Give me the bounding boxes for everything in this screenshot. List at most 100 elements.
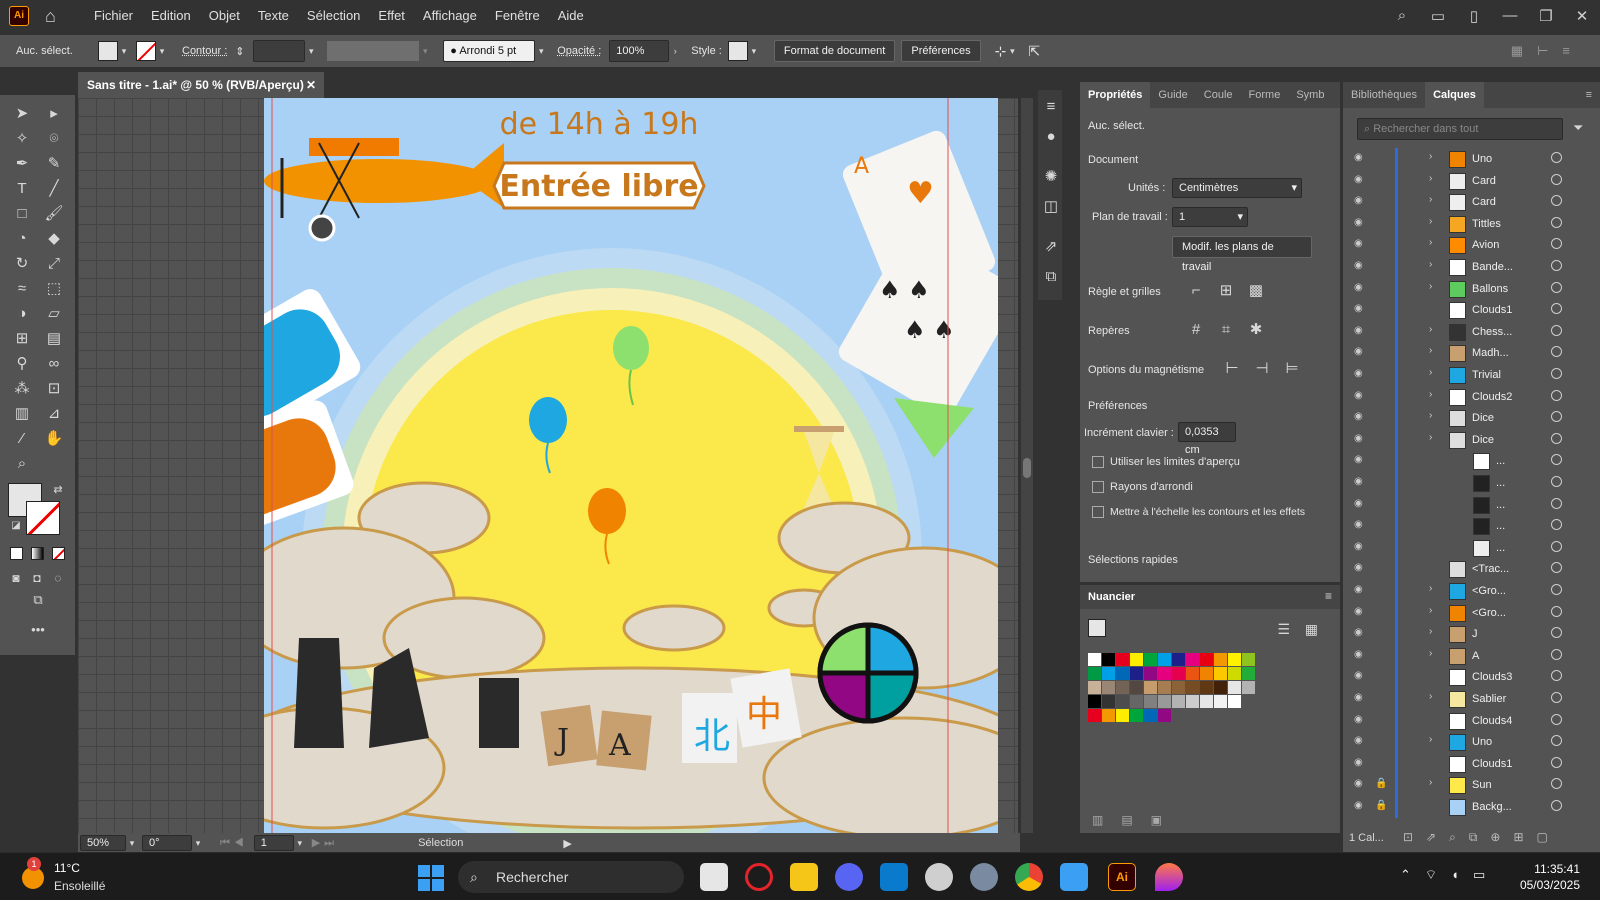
swatch[interactable] (1158, 709, 1171, 722)
target-circle-icon[interactable] (1551, 648, 1562, 660)
status-arrow-icon[interactable]: ▶ (563, 837, 571, 850)
menu-item[interactable]: Effet (369, 8, 414, 23)
workspace-icon[interactable]: ▯ (1456, 7, 1492, 25)
checkbox-corner-radius[interactable]: Rayons d'arrondi (1092, 481, 1193, 494)
swatch[interactable] (1214, 653, 1227, 666)
fill-swatch[interactable] (98, 41, 118, 61)
target-circle-icon[interactable] (1551, 195, 1562, 207)
color-picker-app-icon[interactable] (1155, 863, 1183, 891)
visibility-eye-icon[interactable]: ◉ (1354, 562, 1368, 576)
visibility-eye-icon[interactable]: ◉ (1354, 757, 1368, 771)
export-panel-icon[interactable]: ⇗ (1039, 236, 1063, 258)
swatch[interactable] (1172, 653, 1185, 666)
layer-row[interactable]: ◉ › <Gro... (1343, 601, 1600, 624)
units-select[interactable]: Centimètres ▾ (1172, 178, 1302, 198)
properties-tab[interactable]: Symb (1288, 89, 1332, 101)
layer-row[interactable]: ◉ Clouds4 (1343, 709, 1600, 732)
opacity-field[interactable]: 100% (609, 40, 670, 62)
artboard-select[interactable]: 1 ▾ (1172, 207, 1248, 227)
layer-row[interactable]: ◉... (1343, 450, 1600, 473)
artboard-dropdown-icon[interactable]: ▾ (294, 838, 306, 849)
swatch[interactable] (1158, 653, 1171, 666)
snap-point-icon[interactable]: ⊢ (1220, 358, 1244, 380)
layer-row[interactable]: ◉ › Chess... (1343, 320, 1600, 343)
layer-row[interactable]: ◉ › Uno (1343, 148, 1600, 170)
swatch-footer-icons[interactable]: ▥▤▣ (1092, 813, 1180, 827)
layer-row[interactable]: ◉ › Dice (1343, 428, 1600, 451)
type-tool-icon[interactable]: T (10, 178, 34, 200)
target-circle-icon[interactable] (1551, 389, 1562, 401)
lock-icon[interactable]: 🔒 (1375, 778, 1387, 792)
visibility-eye-icon[interactable]: ◉ (1354, 195, 1368, 209)
target-circle-icon[interactable] (1551, 562, 1562, 574)
show-guides-icon[interactable]: # (1184, 319, 1208, 341)
opacity-label[interactable]: Opacité : (557, 45, 601, 57)
corner-radius-checkbox[interactable] (1092, 481, 1104, 494)
expand-arrow-icon[interactable]: › (1429, 237, 1441, 248)
keyboard-increment-field[interactable]: 0,0353 cm (1178, 422, 1236, 456)
layer-row[interactable]: ◉ › Trivial (1343, 364, 1600, 386)
swatch[interactable] (1144, 681, 1157, 694)
swatch[interactable] (1158, 667, 1171, 680)
expand-arrow-icon[interactable]: › (1429, 432, 1441, 443)
visibility-eye-icon[interactable]: ◉ (1354, 454, 1368, 468)
swatch[interactable] (1102, 709, 1115, 722)
swatch[interactable] (1102, 695, 1115, 708)
visibility-eye-icon[interactable]: ◉ (1354, 476, 1368, 490)
visibility-eye-icon[interactable]: ◉ (1354, 670, 1368, 684)
layer-row[interactable]: ◉ Clouds1 (1343, 299, 1600, 322)
settings-icon[interactable] (970, 863, 998, 891)
lock-icon[interactable]: 🔒 (1375, 800, 1387, 814)
swatch[interactable] (1228, 695, 1241, 708)
transparency-grid-icon[interactable]: ▩ (1244, 280, 1268, 302)
illustrator-logo[interactable]: Ai (9, 5, 29, 26)
target-circle-icon[interactable] (1551, 173, 1562, 185)
swatch[interactable] (1088, 653, 1101, 666)
hand-tool-icon[interactable]: ✋ (42, 428, 66, 450)
checkbox-preview-bounds[interactable]: Utiliser les limites d'aperçu (1092, 456, 1240, 469)
opacity-arrow-icon[interactable]: › (669, 46, 681, 56)
properties-tab[interactable]: Propriétés (1080, 82, 1151, 108)
expand-arrow-icon[interactable]: › (1429, 410, 1441, 421)
visibility-eye-icon[interactable]: ◉ (1354, 390, 1368, 404)
menu-item[interactable]: Objet (200, 8, 249, 23)
align-icon[interactable]: ⊹ (995, 43, 1007, 60)
knife-icon[interactable]: ⁄ (10, 428, 34, 450)
more-tools-icon[interactable]: ••• (26, 619, 50, 641)
layers-footer-icons[interactable]: ⊡⇗⌕⧉⊕⊞▢ (1403, 830, 1561, 845)
export-icon[interactable]: ⇱ (1028, 43, 1040, 60)
artboard-prev-icon[interactable]: ⏮◀ (220, 837, 248, 850)
layer-row[interactable]: ◉ › Avion (1343, 234, 1600, 257)
swatch[interactable] (1116, 681, 1129, 694)
target-circle-icon[interactable] (1551, 303, 1562, 315)
layer-row[interactable]: ◉ › Ballons (1343, 277, 1600, 300)
target-circle-icon[interactable] (1551, 281, 1562, 293)
checkbox-scale-strokes[interactable]: Mettre à l'échelle les contours et les e… (1092, 506, 1305, 519)
zoom-field[interactable]: 50% (80, 835, 126, 851)
target-circle-icon[interactable] (1551, 346, 1562, 358)
swatch[interactable] (1214, 695, 1227, 708)
pen-tool-icon[interactable]: ✒ (10, 153, 34, 175)
swatch[interactable] (1186, 681, 1199, 694)
rotation-field[interactable]: 0° (142, 835, 192, 851)
stroke-weight-dropdown-icon[interactable]: ▾ (305, 46, 317, 57)
color-mode-icon[interactable] (10, 547, 23, 560)
visibility-eye-icon[interactable]: ◉ (1354, 282, 1368, 296)
expand-arrow-icon[interactable]: › (1429, 173, 1441, 184)
zoom-dropdown-icon[interactable]: ▾ (126, 838, 138, 849)
visibility-eye-icon[interactable]: ◉ (1354, 411, 1368, 425)
smart-guides-icon[interactable]: ✱ (1244, 319, 1268, 341)
layer-row[interactable]: ◉ › Sablier (1343, 688, 1600, 710)
visibility-eye-icon[interactable]: ◉ (1354, 346, 1368, 360)
layers-search-input[interactable]: ⌕ Rechercher dans tout (1357, 118, 1563, 140)
swatch[interactable] (1200, 653, 1213, 666)
align-dropdown-icon[interactable]: ▾ (1006, 46, 1018, 57)
brushes-panel-icon[interactable]: ✺ (1039, 166, 1063, 188)
layer-row[interactable]: ◉ 🔒 › Sun (1343, 774, 1600, 797)
visibility-eye-icon[interactable]: ◉ (1354, 519, 1368, 533)
artboard-number[interactable]: 1 (253, 835, 294, 851)
draw-inside-icon[interactable]: ◌ (46, 567, 70, 589)
visibility-eye-icon[interactable]: ◉ (1354, 174, 1368, 188)
chrome-icon[interactable] (1015, 863, 1043, 891)
menu-item[interactable]: Sélection (298, 8, 369, 23)
